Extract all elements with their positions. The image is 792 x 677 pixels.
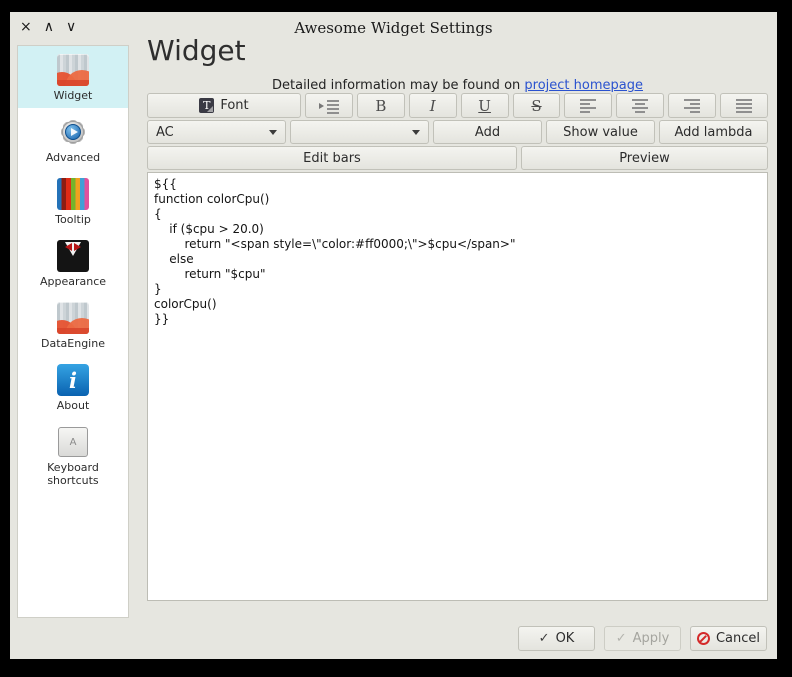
indent-more-icon bbox=[319, 100, 339, 112]
chevron-down-icon bbox=[412, 130, 420, 135]
info-text: Detailed information may be found on bbox=[272, 78, 524, 93]
main-panel: Widget Detailed information may be found… bbox=[147, 12, 768, 659]
sidebar-item-label: Tooltip bbox=[55, 213, 91, 226]
sidebar-item-label: Widget bbox=[54, 89, 93, 102]
strikethrough-button[interactable]: S bbox=[513, 93, 561, 118]
add-button[interactable]: Add bbox=[433, 120, 542, 144]
tag-combobox[interactable]: AC bbox=[147, 120, 286, 144]
font-button-label: Font bbox=[220, 98, 248, 113]
dialog-buttons: ✓ OK ✓ Apply Cancel bbox=[518, 626, 767, 651]
sidebar-item-dataengine[interactable]: DataEngine bbox=[18, 294, 128, 356]
sidebar-item-about[interactable]: i About bbox=[18, 356, 128, 418]
chevron-down-icon bbox=[269, 130, 277, 135]
align-center-icon bbox=[632, 99, 648, 113]
cancel-icon bbox=[697, 632, 710, 645]
sidebar-item-label: About bbox=[57, 399, 90, 412]
align-right-button[interactable] bbox=[668, 93, 716, 118]
chart-plasmoid-icon bbox=[57, 54, 89, 86]
check-icon: ✓ bbox=[616, 631, 627, 646]
underline-button[interactable]: U bbox=[461, 93, 509, 118]
cancel-button-label: Cancel bbox=[716, 631, 760, 646]
sidebar-item-advanced[interactable]: Advanced bbox=[18, 108, 128, 170]
align-right-icon bbox=[684, 99, 700, 113]
strikethrough-icon: S bbox=[531, 97, 541, 115]
sidebar-item-widget[interactable]: Widget bbox=[18, 46, 128, 108]
tag-toolbar: AC Add Show value Add lambda bbox=[147, 120, 768, 144]
font-button[interactable]: T Font bbox=[147, 93, 301, 118]
add-lambda-button[interactable]: Add lambda bbox=[659, 120, 768, 144]
sidebar-item-label: DataEngine bbox=[41, 337, 105, 350]
info-icon: i bbox=[57, 364, 89, 396]
sidebar-item-label: Keyboard shortcuts bbox=[20, 461, 126, 487]
sidebar-item-keyboard-shortcuts[interactable]: A Keyboard shortcuts bbox=[18, 418, 128, 493]
sidebar-item-label: Advanced bbox=[46, 151, 100, 164]
tag-combobox-value: AC bbox=[156, 125, 174, 140]
info-line: Detailed information may be found on pro… bbox=[147, 78, 768, 93]
sidebar-item-tooltip[interactable]: Tooltip bbox=[18, 170, 128, 232]
align-justify-button[interactable] bbox=[720, 93, 768, 118]
underline-icon: U bbox=[478, 97, 491, 115]
italic-icon: I bbox=[430, 97, 436, 115]
chart-plasmoid-icon bbox=[57, 302, 89, 334]
project-homepage-link[interactable]: project homepage bbox=[524, 78, 643, 93]
category-sidebar: Widget Advanced Tooltip Appearance bbox=[17, 45, 129, 618]
indent-more-button[interactable] bbox=[305, 93, 353, 118]
font-icon: T bbox=[199, 98, 214, 113]
sidebar-item-label: Appearance bbox=[40, 275, 106, 288]
gear-run-icon bbox=[57, 116, 89, 148]
settings-dialog: × ∧ ∨ Awesome Widget Settings Widget Adv… bbox=[10, 12, 777, 659]
align-justify-icon bbox=[736, 99, 752, 113]
format-toolbar: T Font B I U S bbox=[147, 93, 768, 118]
code-editor[interactable]: ${{ function colorCpu() { if ($cpu > 20.… bbox=[147, 172, 768, 601]
italic-button[interactable]: I bbox=[409, 93, 457, 118]
page-title: Widget bbox=[147, 34, 246, 67]
tuxedo-icon bbox=[57, 240, 89, 272]
align-center-button[interactable] bbox=[616, 93, 664, 118]
ok-button-label: OK bbox=[556, 631, 575, 646]
apply-button-label: Apply bbox=[633, 631, 670, 646]
sidebar-item-appearance[interactable]: Appearance bbox=[18, 232, 128, 294]
lambda-combobox[interactable] bbox=[290, 120, 429, 144]
check-icon: ✓ bbox=[539, 631, 550, 646]
preview-button[interactable]: Preview bbox=[521, 146, 768, 170]
apply-button[interactable]: ✓ Apply bbox=[604, 626, 681, 651]
cancel-button[interactable]: Cancel bbox=[690, 626, 767, 651]
align-left-button[interactable] bbox=[564, 93, 612, 118]
show-value-button[interactable]: Show value bbox=[546, 120, 655, 144]
align-left-icon bbox=[580, 99, 596, 113]
bold-button[interactable]: B bbox=[357, 93, 405, 118]
bars-toolbar: Edit bars Preview bbox=[147, 146, 768, 170]
keyboard-key-icon: A bbox=[57, 426, 89, 458]
bold-icon: B bbox=[375, 97, 386, 115]
edit-bars-button[interactable]: Edit bars bbox=[147, 146, 517, 170]
color-stripes-icon bbox=[57, 178, 89, 210]
ok-button[interactable]: ✓ OK bbox=[518, 626, 595, 651]
